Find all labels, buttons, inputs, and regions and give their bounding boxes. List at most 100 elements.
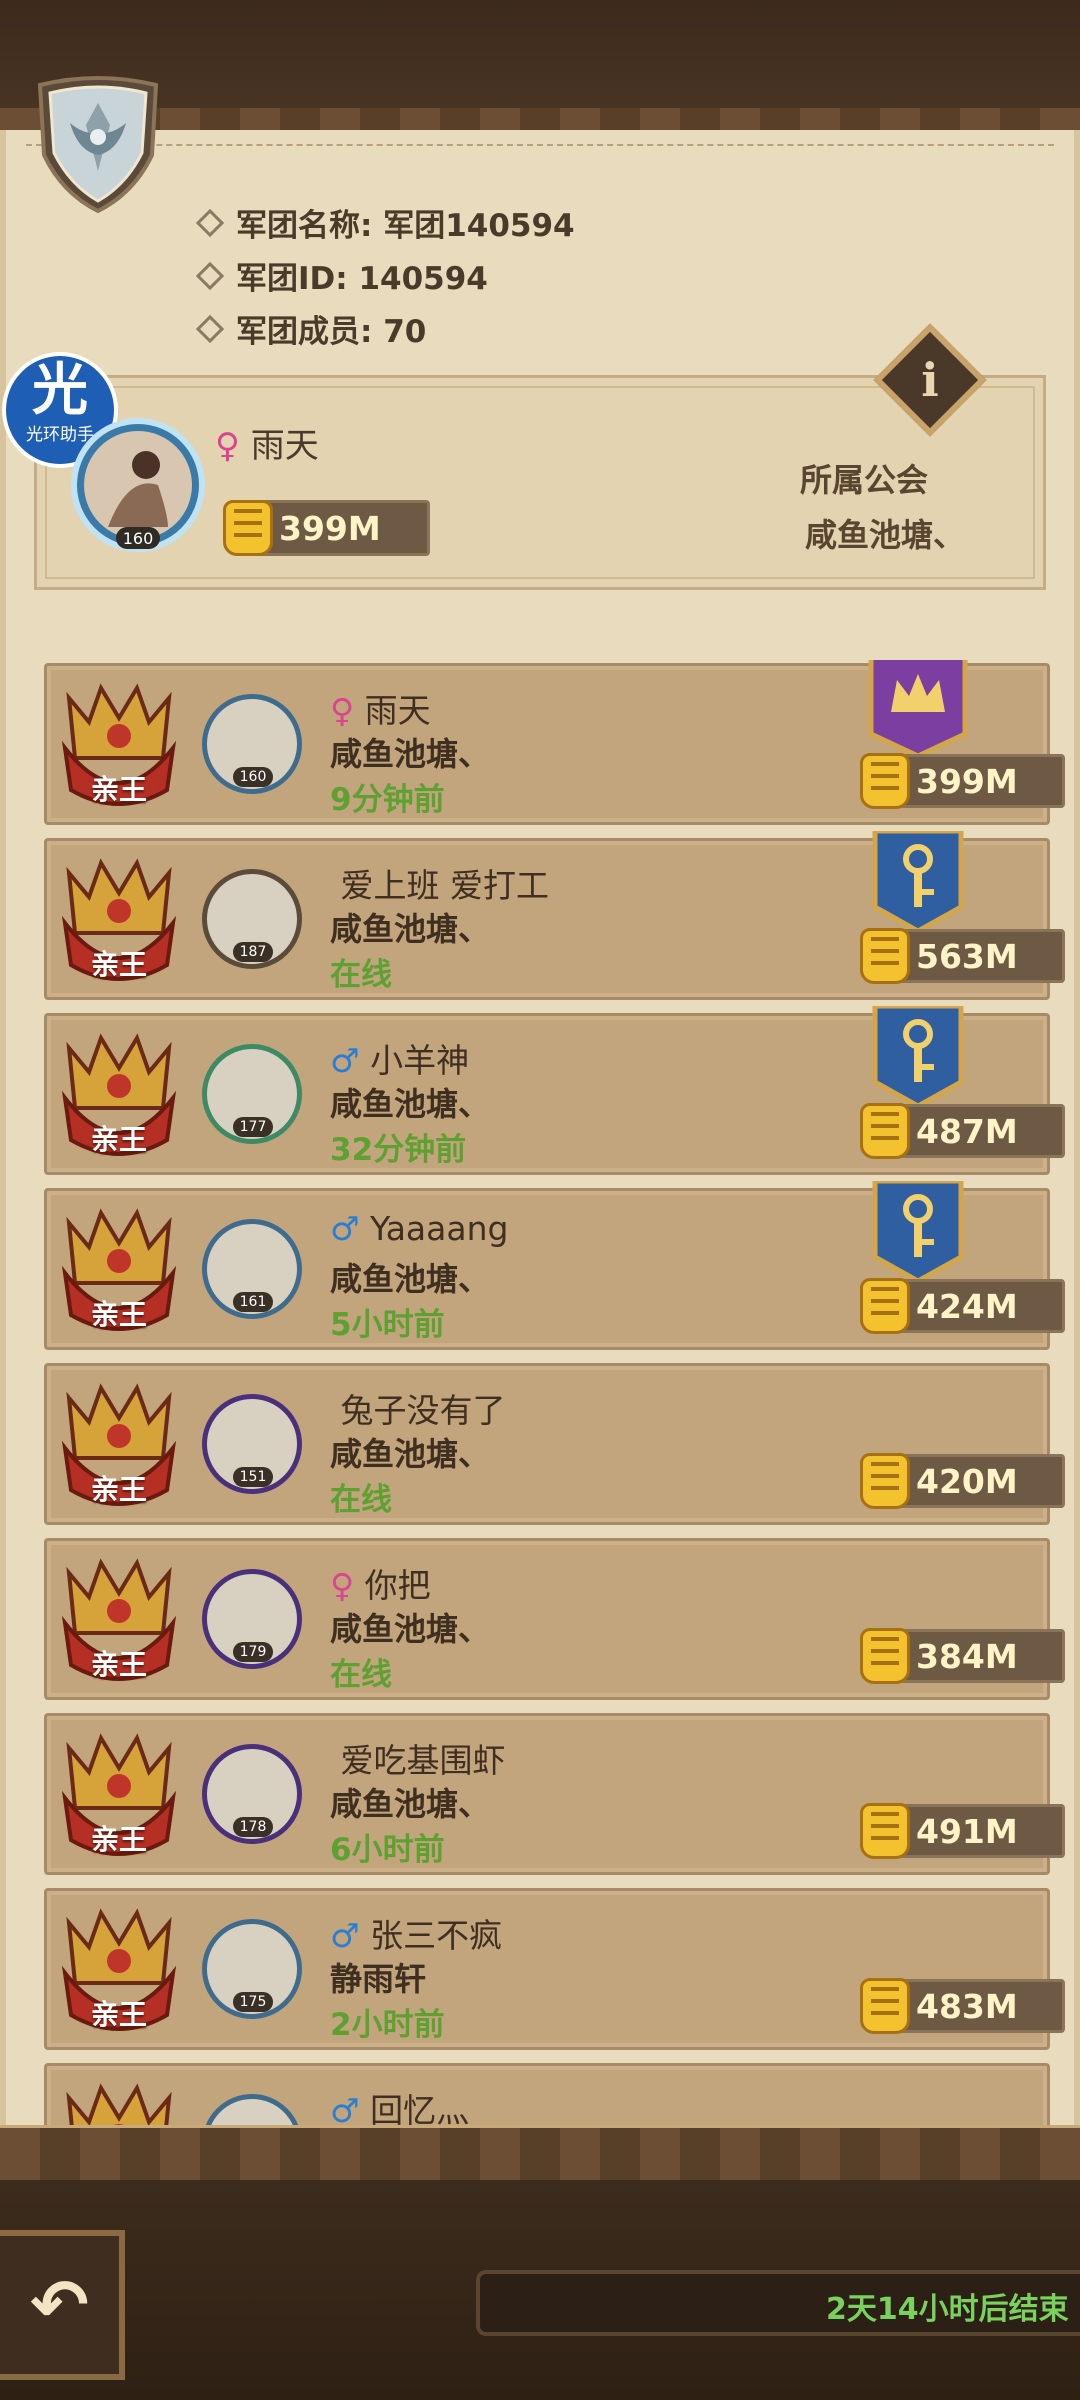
guild-label: 所属公会 xyxy=(800,461,929,499)
legion-name: 军团名称: 军团140594 xyxy=(236,208,575,244)
member-row[interactable]: 亲王 179 ♀ 你把 咸鱼池塘、 在线 384M xyxy=(44,1538,1065,1700)
bottom-border xyxy=(0,2125,1080,2185)
level-badge: 160 xyxy=(233,767,273,787)
member-power: 399M xyxy=(860,753,1065,809)
member-name-line: ♂ Yaaaang xyxy=(330,1209,508,1248)
member-row[interactable]: 亲王 178 爱吃基围虾 咸鱼池塘、 6小时前 491M xyxy=(44,1713,1065,1875)
info-icon: i xyxy=(921,353,939,407)
member-power: 420M xyxy=(860,1453,1065,1509)
member-power: 563M xyxy=(860,928,1065,984)
top-bar xyxy=(0,0,1080,120)
key-banner-icon xyxy=(872,831,964,931)
member-guild: 咸鱼池塘、 xyxy=(330,1085,491,1123)
rank-label: 亲王 xyxy=(90,1823,147,1856)
diamond-bullet-icon xyxy=(195,208,225,237)
leader-name-line: ♀ 雨天 xyxy=(215,418,319,467)
member-guild: 静雨轩 xyxy=(330,1960,427,1998)
rank-label: 亲王 xyxy=(90,773,147,806)
back-arrow-icon: ↶ xyxy=(30,2264,89,2346)
member-status: 5小时前 xyxy=(330,1307,445,1343)
diamond-bullet-icon xyxy=(195,261,225,290)
member-guild: 咸鱼池塘、 xyxy=(330,1785,491,1823)
member-guild: 咸鱼池塘、 xyxy=(330,1260,491,1298)
guild-name: 咸鱼池塘、 xyxy=(805,516,966,554)
leader-avatar[interactable]: 160 xyxy=(68,415,208,555)
male-icon: ♂ xyxy=(330,1916,360,1955)
fist-icon xyxy=(860,1628,910,1684)
member-status: 在线 xyxy=(330,957,392,993)
member-avatar[interactable]: 175 xyxy=(202,1919,302,2019)
level-badge: 179 xyxy=(233,1642,273,1662)
rank-label: 亲王 xyxy=(90,1298,147,1331)
fist-icon xyxy=(860,1453,910,1509)
leader-name: 雨天 xyxy=(250,426,319,466)
member-power: 424M xyxy=(860,1278,1065,1334)
legion-members: 军团成员: 70 xyxy=(236,314,427,350)
level-badge: 151 xyxy=(233,1467,273,1487)
level-badge: 178 xyxy=(233,1817,273,1837)
member-power: 483M xyxy=(860,1978,1065,2034)
member-row[interactable]: 亲王 151 兔子没有了 咸鱼池塘、 在线 420M xyxy=(44,1363,1065,1525)
member-power: 487M xyxy=(860,1103,1065,1159)
key-banner-icon xyxy=(872,1181,964,1281)
legion-members-line: 军团成员: 70 xyxy=(195,306,427,351)
member-name-line: 兔子没有了 xyxy=(330,1384,506,1432)
male-icon: ♂ xyxy=(330,1041,360,1080)
member-status: 9分钟前 xyxy=(330,782,445,818)
member-name: 你把 xyxy=(364,1566,431,1605)
legion-emblem-icon xyxy=(37,76,159,214)
member-name-line: ♀ 你把 xyxy=(330,1559,431,1607)
member-row[interactable]: 亲王 177 ♂ 小羊神 咸鱼池塘、 32分钟前 487M xyxy=(44,1006,1065,1175)
level-badge: 177 xyxy=(233,1117,273,1137)
rank-label: 亲王 xyxy=(90,948,147,981)
member-power: 491M xyxy=(860,1803,1065,1859)
diamond-bullet-icon xyxy=(195,314,225,343)
female-icon: ♀ xyxy=(330,691,355,730)
member-avatar[interactable]: 187 xyxy=(202,869,302,969)
member-name-line: ♂ 张三不疯 xyxy=(330,1909,502,1957)
crown-banner-icon xyxy=(868,660,968,756)
member-name-line: 爱上班 爱打工 xyxy=(330,859,550,907)
member-row[interactable]: 亲王 175 ♂ 张三不疯 静雨轩 2小时前 483M xyxy=(44,1888,1065,2050)
member-status: 在线 xyxy=(330,1657,392,1693)
key-banner-icon xyxy=(872,1006,964,1106)
fist-icon xyxy=(860,1978,910,2034)
member-avatar[interactable]: 151 xyxy=(202,1394,302,1494)
member-name-line: 爱吃基围虾 xyxy=(330,1734,506,1782)
member-row[interactable]: 亲王 187 爱上班 爱打工 咸鱼池塘、 在线 563M xyxy=(44,831,1065,1000)
member-guild: 咸鱼池塘、 xyxy=(330,735,491,773)
member-row[interactable]: 亲王 161 ♂ Yaaaang 咸鱼池塘、 5小时前 424M xyxy=(44,1181,1065,1350)
rank-label: 亲王 xyxy=(90,1648,147,1681)
fist-icon xyxy=(860,1103,910,1159)
member-name-line: ♀ 雨天 xyxy=(330,684,431,732)
leader-power: 399M xyxy=(223,500,430,556)
member-avatar[interactable]: 178 xyxy=(202,1744,302,1844)
rank-label: 亲王 xyxy=(90,1123,147,1156)
member-name: 爱吃基围虾 xyxy=(340,1741,506,1780)
member-name: 兔子没有了 xyxy=(340,1391,506,1430)
member-avatar[interactable]: 161 xyxy=(202,1219,302,1319)
member-row[interactable]: 亲王 ♂ 回忆灬 xyxy=(44,2063,1050,2130)
fist-icon xyxy=(860,1803,910,1859)
member-status: 在线 xyxy=(330,1482,392,1518)
fist-icon xyxy=(860,928,910,984)
member-avatar[interactable]: 179 xyxy=(202,1569,302,1669)
member-name: 张三不疯 xyxy=(370,1916,503,1955)
member-list[interactable]: 亲王 160 ♀ 雨天 咸鱼池塘、 9分钟前 399M 亲王 187 爱上班 爱… xyxy=(0,660,1080,2130)
fist-icon xyxy=(860,1278,910,1334)
female-icon: ♀ xyxy=(330,1566,355,1605)
member-name: 小羊神 xyxy=(370,1041,470,1080)
level-badge: 187 xyxy=(233,942,273,962)
back-button[interactable]: ↶ xyxy=(0,2230,125,2380)
level-badge: 161 xyxy=(233,1292,273,1312)
member-row[interactable]: 亲王 160 ♀ 雨天 咸鱼池塘、 9分钟前 399M xyxy=(44,660,1065,825)
rank-label: 亲王 xyxy=(90,1473,147,1506)
member-guild: 咸鱼池塘、 xyxy=(330,1435,491,1473)
member-name: Yaaaang xyxy=(370,1209,509,1248)
member-avatar[interactable]: 160 xyxy=(202,694,302,794)
svg-text:160: 160 xyxy=(123,529,154,548)
member-name: 爱上班 爱打工 xyxy=(340,866,550,905)
member-guild: 咸鱼池塘、 xyxy=(330,1610,491,1648)
member-avatar[interactable]: 177 xyxy=(202,1044,302,1144)
male-icon: ♂ xyxy=(330,1209,360,1248)
